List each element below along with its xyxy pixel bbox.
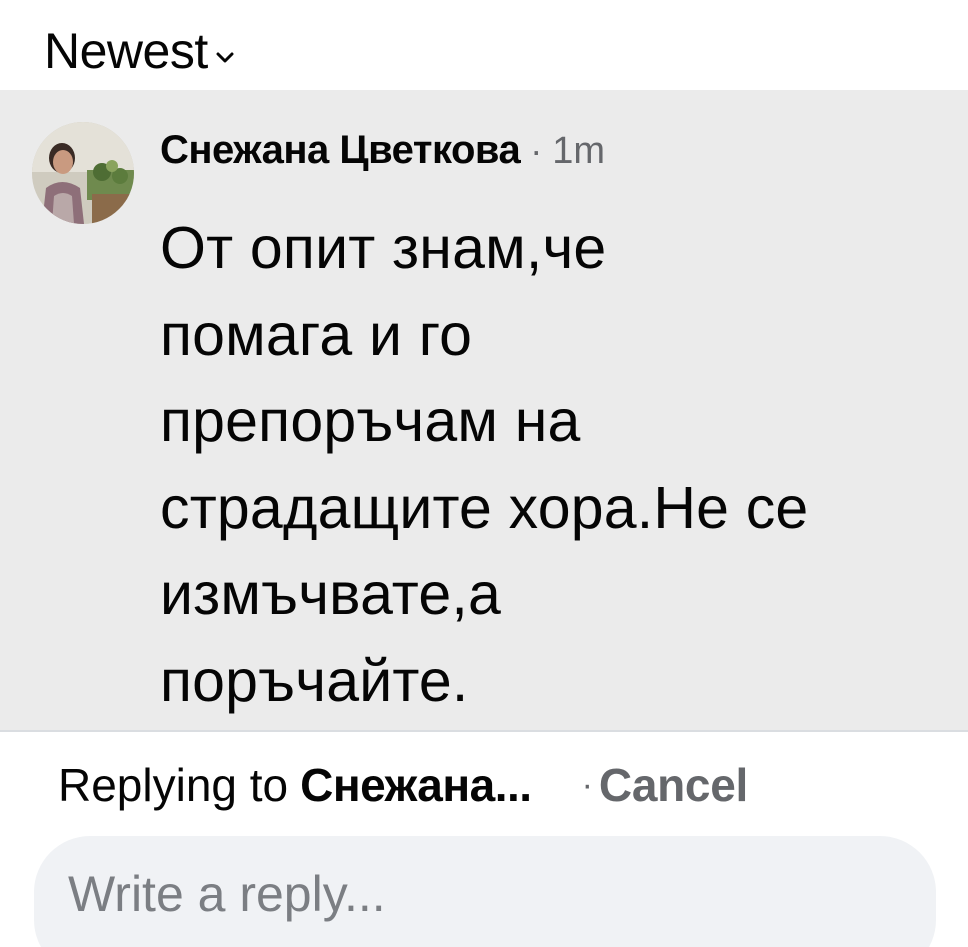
comment-line: От опит знам,че [160, 215, 607, 281]
comment-line: препоръчам на [160, 388, 581, 454]
comments-screen: Newest Снежана Цветкова · 1m От опит зна… [0, 0, 968, 947]
divider [0, 730, 968, 732]
profile-photo-image [32, 122, 134, 224]
reply-target-name: Снежана... [300, 759, 532, 811]
comment-line: страдащите хора.Не се [160, 474, 809, 541]
comment-line: поръчайте. [160, 647, 469, 714]
comment-line: измъчвате,а [160, 561, 501, 627]
replying-to-bar: Replying to Снежана... · Cancel [58, 750, 748, 820]
replying-to-label: Replying to [58, 759, 289, 811]
separator-dot: · [530, 130, 543, 171]
reply-input[interactable] [66, 862, 890, 926]
sort-bar: Newest [0, 0, 968, 90]
avatar[interactable] [32, 122, 134, 224]
comment-timestamp[interactable]: 1m [552, 130, 605, 173]
sort-label: Newest [44, 23, 208, 79]
reply-input-container[interactable] [34, 836, 936, 947]
separator-dot: · [581, 765, 593, 804]
cancel-reply-button[interactable]: Cancel [599, 758, 748, 812]
sort-dropdown[interactable]: Newest [44, 22, 234, 80]
comment-author[interactable]: Снежана Цветкова [160, 128, 521, 173]
comment-line: помага и го [160, 301, 473, 368]
comment-header: Снежана Цветкова · 1m [160, 128, 605, 173]
chevron-down-icon [216, 52, 234, 63]
comment-body: От опит знам,че помага и го препоръчам н… [160, 205, 950, 724]
